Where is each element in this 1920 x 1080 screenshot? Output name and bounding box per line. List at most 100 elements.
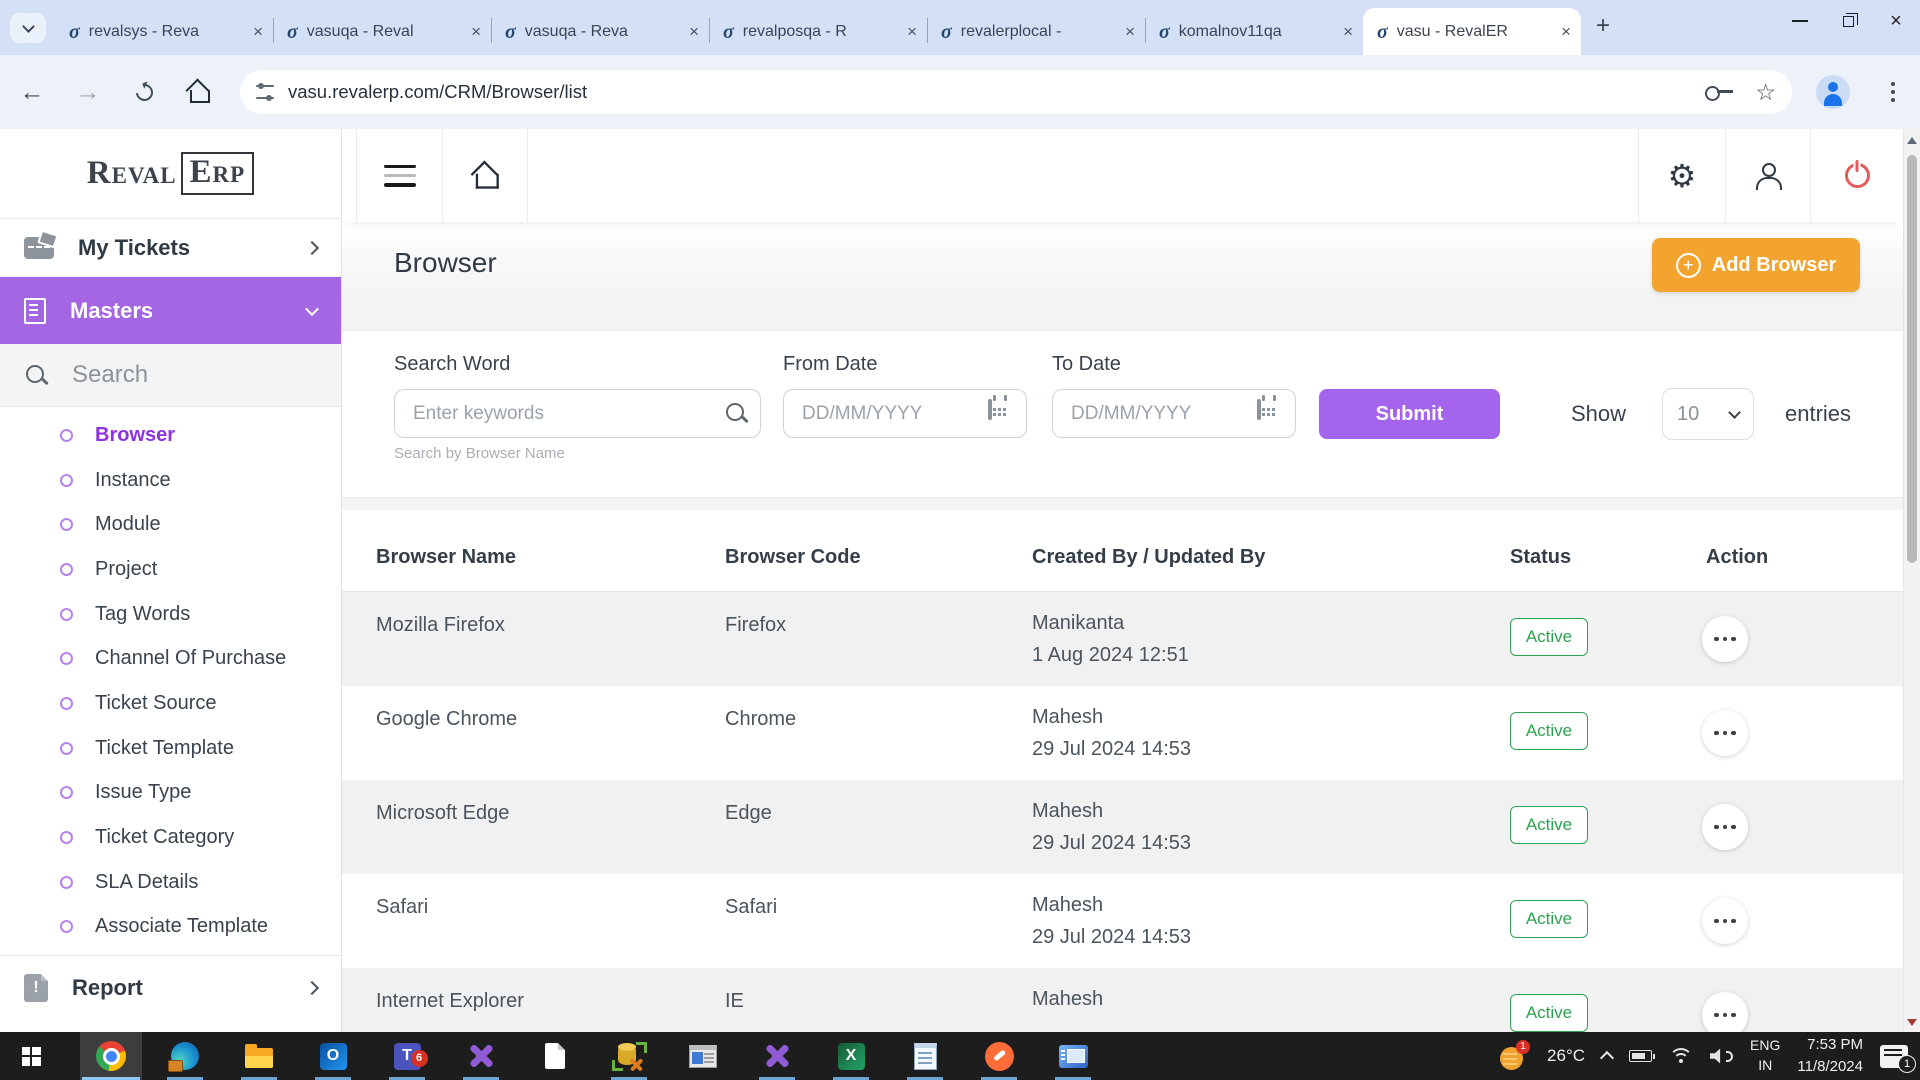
taskbar-visual-studio-2[interactable] bbox=[746, 1032, 808, 1080]
sidebar-item-report[interactable]: ! Report bbox=[0, 955, 341, 1019]
tab-close-icon[interactable]: × bbox=[471, 23, 481, 40]
browser-tab[interactable]: σ vasuqa - Reva × bbox=[491, 8, 709, 55]
row-actions-button[interactable] bbox=[1702, 898, 1748, 944]
tab-search-button[interactable] bbox=[10, 13, 46, 43]
sidebar-item-ticket-template[interactable]: Ticket Template bbox=[0, 726, 341, 771]
restore-button[interactable] bbox=[1824, 0, 1872, 42]
sidebar-item-my-tickets[interactable]: My Tickets bbox=[0, 219, 341, 277]
minimize-button[interactable] bbox=[1776, 0, 1824, 42]
taskbar-excel[interactable]: X bbox=[820, 1032, 882, 1080]
sidebar-item-associate-template[interactable]: Associate Template bbox=[0, 905, 341, 950]
browser-tab[interactable]: σ revalsys - Reva × bbox=[55, 8, 273, 55]
browser-tab[interactable]: σ revalposqa - R × bbox=[709, 8, 927, 55]
status-badge[interactable]: Active bbox=[1510, 712, 1588, 750]
start-button[interactable] bbox=[8, 1032, 54, 1080]
taskbar-virtual-machine[interactable] bbox=[1042, 1032, 1104, 1080]
notification-center-icon[interactable]: 1 bbox=[1880, 1045, 1908, 1068]
language-indicator[interactable]: ENG IN bbox=[1750, 1036, 1780, 1075]
cell-browser-code: Firefox bbox=[725, 614, 786, 637]
clock[interactable]: 7:53 PM 11/8/2024 bbox=[1797, 1034, 1863, 1078]
url-text[interactable]: vasu.revalerp.com/CRM/Browser/list bbox=[288, 81, 587, 103]
search-input[interactable] bbox=[394, 389, 761, 438]
tab-close-icon[interactable]: × bbox=[689, 23, 699, 40]
tab-close-icon[interactable]: × bbox=[1125, 23, 1135, 40]
taskbar-document-app[interactable] bbox=[524, 1032, 586, 1080]
sidebar-item-sla-details[interactable]: SLA Details bbox=[0, 860, 341, 905]
sidebar-item-project[interactable]: Project bbox=[0, 547, 341, 592]
tab-close-icon[interactable]: × bbox=[1343, 23, 1353, 40]
back-button[interactable]: ← bbox=[14, 77, 50, 107]
taskbar-chrome[interactable] bbox=[80, 1032, 142, 1080]
page-size-select[interactable]: 10 bbox=[1662, 388, 1754, 440]
status-badge[interactable]: Active bbox=[1510, 900, 1588, 938]
taskbar-teams[interactable]: T6 bbox=[376, 1032, 438, 1080]
weather-widget[interactable]: 1 bbox=[1500, 1043, 1530, 1070]
excel-icon: X bbox=[838, 1043, 865, 1070]
calendar-icon[interactable] bbox=[988, 401, 992, 419]
row-actions-button[interactable] bbox=[1702, 992, 1748, 1032]
close-button[interactable]: × bbox=[1872, 0, 1920, 42]
browser-menu-icon[interactable] bbox=[1890, 77, 1896, 107]
taskbar-ssms[interactable] bbox=[598, 1032, 660, 1080]
sidebar-item-ticket-category[interactable]: Ticket Category bbox=[0, 815, 341, 860]
tab-close-icon[interactable]: × bbox=[1561, 23, 1571, 40]
browser-tab[interactable]: σ vasuqa - Reval × bbox=[273, 8, 491, 55]
bookmark-star-icon[interactable]: ☆ bbox=[1755, 81, 1776, 104]
sidebar-item-issue-type[interactable]: Issue Type bbox=[0, 771, 341, 816]
browser-tab[interactable]: σ revalerplocal - × bbox=[927, 8, 1145, 55]
status-badge[interactable]: Active bbox=[1510, 618, 1588, 656]
app-home-button[interactable] bbox=[442, 129, 528, 222]
calendar-icon[interactable] bbox=[1257, 401, 1261, 419]
new-tab-button[interactable]: + bbox=[1596, 14, 1610, 38]
taskbar-file-explorer[interactable] bbox=[228, 1032, 290, 1080]
sidebar-item-channel-of-purchase[interactable]: Channel Of Purchase bbox=[0, 636, 341, 681]
address-bar[interactable]: vasu.revalerp.com/CRM/Browser/list ☆ bbox=[240, 70, 1792, 114]
profile-button[interactable] bbox=[1725, 129, 1810, 222]
plus-circle-icon: + bbox=[1676, 253, 1701, 278]
status-badge[interactable]: Active bbox=[1510, 994, 1588, 1032]
row-actions-button[interactable] bbox=[1702, 804, 1748, 850]
sidebar-item-instance[interactable]: Instance bbox=[0, 458, 341, 503]
volume-icon[interactable] bbox=[1710, 1049, 1733, 1064]
site-info-icon[interactable] bbox=[256, 85, 274, 99]
sidebar-item-masters[interactable]: Masters bbox=[0, 277, 341, 344]
scroll-down-arrow-icon[interactable] bbox=[1907, 1019, 1917, 1026]
sidebar-item-ticket-source[interactable]: Ticket Source bbox=[0, 681, 341, 726]
taskbar-edge[interactable] bbox=[154, 1032, 216, 1080]
forward-button[interactable]: → bbox=[70, 77, 106, 107]
row-actions-button[interactable] bbox=[1702, 710, 1748, 756]
sidebar-item-tag-words[interactable]: Tag Words bbox=[0, 592, 341, 637]
temperature-label[interactable]: 26°C bbox=[1547, 1046, 1585, 1066]
menu-toggle-button[interactable] bbox=[356, 129, 442, 222]
sidebar-item-browser[interactable]: Browser bbox=[0, 413, 341, 458]
profile-avatar[interactable] bbox=[1816, 75, 1850, 109]
tab-close-icon[interactable]: × bbox=[907, 23, 917, 40]
taskbar-visual-studio[interactable] bbox=[450, 1032, 512, 1080]
sidebar-item-module[interactable]: Module bbox=[0, 502, 341, 547]
page-scrollbar[interactable] bbox=[1903, 129, 1920, 1032]
battery-icon[interactable] bbox=[1629, 1050, 1652, 1062]
add-browser-label: Add Browser bbox=[1712, 254, 1836, 277]
settings-button[interactable]: ⚙ bbox=[1638, 129, 1725, 222]
sidebar-search[interactable]: Search bbox=[0, 344, 341, 407]
wifi-icon[interactable] bbox=[1669, 1048, 1693, 1065]
hidden-icons-chevron[interactable] bbox=[1600, 1051, 1614, 1065]
row-actions-button[interactable] bbox=[1702, 616, 1748, 662]
browser-tab-active[interactable]: σ vasu - RevalER × bbox=[1363, 8, 1581, 55]
logout-button[interactable] bbox=[1810, 129, 1903, 222]
taskbar-notepad[interactable] bbox=[894, 1032, 956, 1080]
home-button[interactable] bbox=[180, 77, 216, 107]
submit-button[interactable]: Submit bbox=[1319, 389, 1500, 439]
col-header-created-by: Created By / Updated By bbox=[1032, 546, 1265, 569]
taskbar-outlook[interactable]: O bbox=[302, 1032, 364, 1080]
taskbar-postman[interactable] bbox=[968, 1032, 1030, 1080]
status-badge[interactable]: Active bbox=[1510, 806, 1588, 844]
scroll-up-arrow-icon[interactable] bbox=[1907, 137, 1917, 144]
scrollbar-thumb[interactable] bbox=[1907, 155, 1917, 563]
tab-close-icon[interactable]: × bbox=[253, 23, 263, 40]
browser-tab[interactable]: σ komalnov11qa × bbox=[1145, 8, 1363, 55]
reload-button[interactable] bbox=[126, 77, 162, 107]
password-key-icon[interactable] bbox=[1705, 84, 1735, 100]
add-browser-button[interactable]: + Add Browser bbox=[1652, 238, 1860, 292]
taskbar-desktop-app[interactable] bbox=[672, 1032, 734, 1080]
